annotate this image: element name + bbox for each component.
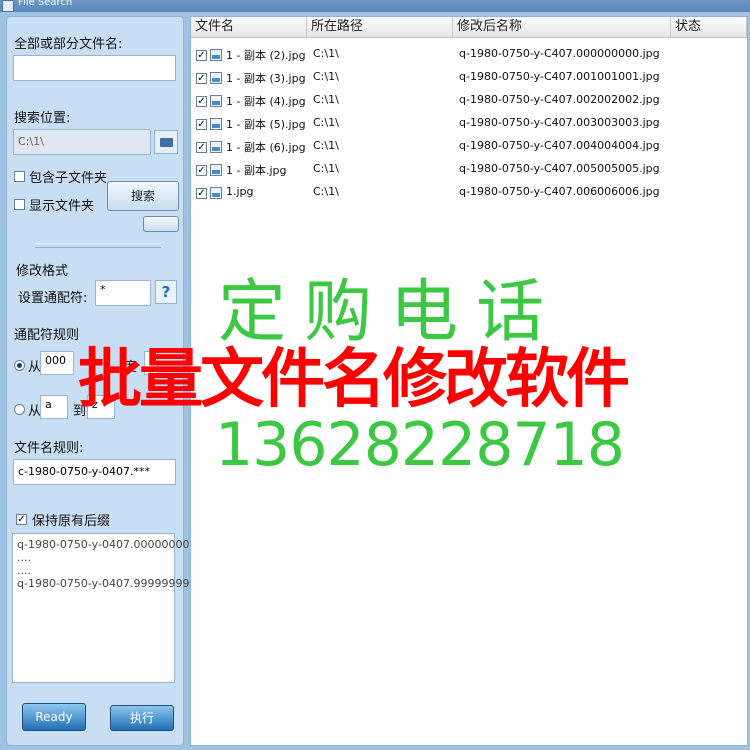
keep-extension-checkbox[interactable]: ✓ <box>16 514 27 525</box>
row-new-name: q-1980-0750-y-C407.005005005.jpg <box>459 162 660 175</box>
row-checkbox[interactable]: ✓ <box>196 188 207 199</box>
check-mark-icon: ✓ <box>197 142 206 153</box>
row-new-name: q-1980-0750-y-C407.002002002.jpg <box>459 93 660 106</box>
help-icon[interactable]: ? <box>155 280 177 304</box>
show-folders-label: 显示文件夹 <box>29 199 95 214</box>
phone-number: 13628228718 <box>215 410 625 480</box>
range-alpha-radio[interactable] <box>14 404 25 415</box>
column-header-filename[interactable]: 文件名 <box>191 17 307 37</box>
row-checkbox[interactable]: ✓ <box>196 165 207 176</box>
row-path: C:\1\ <box>313 185 339 198</box>
row-path: C:\1\ <box>313 47 339 60</box>
row-new-name: q-1980-0750-y-C407.006006006.jpg <box>459 185 660 198</box>
column-header-path[interactable]: 所在路径 <box>307 17 453 37</box>
table-row[interactable]: ✓ 1 - 副本 (2).jpg C:\1\ q-1980-0750-y-C40… <box>191 45 747 67</box>
image-file-icon <box>210 118 222 130</box>
search-location-input[interactable]: C:\1\ <box>13 129 151 155</box>
preview-line: .... <box>17 551 31 564</box>
search-button[interactable]: 搜索 <box>107 181 179 211</box>
image-file-icon <box>210 95 222 107</box>
format-section-title: 修改格式 <box>16 264 69 279</box>
table-row[interactable]: ✓ 1 - 副本.jpg C:\1\ q-1980-0750-y-C407.00… <box>191 160 747 182</box>
row-filename: 1 - 副本.jpg <box>226 164 287 177</box>
row-new-name: q-1980-0750-y-C407.003003003.jpg <box>459 116 660 129</box>
row-path: C:\1\ <box>313 139 339 152</box>
filename-rule-label: 文件名规则: <box>14 441 84 456</box>
check-mark-icon: ✓ <box>197 96 206 107</box>
row-filename: 1 - 副本 (5).jpg <box>226 118 306 131</box>
preview-line: .... <box>17 564 31 577</box>
row-new-name: q-1980-0750-y-C407.000000000.jpg <box>459 47 660 60</box>
folder-browse-icon[interactable] <box>154 130 178 154</box>
image-file-icon <box>210 141 222 153</box>
row-checkbox[interactable]: ✓ <box>196 96 207 107</box>
filename-rule-input[interactable]: c-1980-0750-y-0407.*** <box>13 459 176 485</box>
table-row[interactable]: ✓ 1.jpg C:\1\ q-1980-0750-y-C407.0060060… <box>191 183 747 205</box>
row-checkbox[interactable]: ✓ <box>196 119 207 130</box>
check-mark-icon: ✓ <box>197 165 206 176</box>
row-filename: 1 - 副本 (4).jpg <box>226 95 306 108</box>
wildcard-input[interactable]: * <box>95 280 151 306</box>
filename-label: 全部或部分文件名: <box>14 37 123 52</box>
keep-extension-label: 保持原有后缀 <box>32 514 111 529</box>
row-checkbox[interactable]: ✓ <box>196 142 207 153</box>
filename-input[interactable] <box>13 55 176 81</box>
column-header-status[interactable]: 状态 <box>671 17 747 37</box>
row-checkbox[interactable]: ✓ <box>196 50 207 61</box>
row-new-name: q-1980-0750-y-C407.001001001.jpg <box>459 70 660 83</box>
from-alpha-input[interactable]: a <box>40 395 68 419</box>
ready-button[interactable]: Ready <box>22 703 86 731</box>
image-file-icon <box>210 187 222 199</box>
from-numeric-input[interactable]: 000 <box>40 351 74 375</box>
title-bar: File Search <box>0 0 750 12</box>
execute-button[interactable]: 执行 <box>110 705 174 731</box>
row-filename: 1 - 副本 (2).jpg <box>226 49 306 62</box>
app-icon <box>2 0 14 12</box>
window-title: File Search <box>18 0 73 8</box>
check-mark-icon: ✓ <box>17 514 26 525</box>
check-mark-icon: ✓ <box>197 50 206 61</box>
table-header: 文件名 所在路径 修改后名称 状态 <box>191 17 747 38</box>
row-filename: 1 - 副本 (3).jpg <box>226 72 306 85</box>
divider <box>35 243 161 248</box>
preview-box: q-1980-0750-y-0407.000000000 .... .... q… <box>12 533 197 683</box>
image-file-icon <box>210 72 222 84</box>
wildcard-rule-title: 通配符规则 <box>14 328 80 343</box>
row-checkbox[interactable]: ✓ <box>196 73 207 84</box>
check-mark-icon: ✓ <box>197 119 206 130</box>
image-file-icon <box>210 164 222 176</box>
row-filename: 1 - 副本 (6).jpg <box>226 141 306 154</box>
row-path: C:\1\ <box>313 93 339 106</box>
preview-line: q-1980-0750-y-0407.000000000 <box>17 538 197 551</box>
search-location-label: 搜索位置: <box>14 111 71 126</box>
table-row[interactable]: ✓ 1 - 副本 (3).jpg C:\1\ q-1980-0750-y-C40… <box>191 68 747 90</box>
promo-title: 批量文件名修改软件 <box>78 343 630 417</box>
row-new-name: q-1980-0750-y-C407.004004004.jpg <box>459 139 660 152</box>
image-file-icon <box>210 49 222 61</box>
row-path: C:\1\ <box>313 116 339 129</box>
row-filename: 1.jpg <box>226 185 254 198</box>
range-numeric-radio[interactable] <box>14 360 25 371</box>
table-row[interactable]: ✓ 1 - 副本 (4).jpg C:\1\ q-1980-0750-y-C40… <box>191 91 747 113</box>
check-mark-icon: ✓ <box>197 188 206 199</box>
check-mark-icon: ✓ <box>197 73 206 84</box>
preview-line: q-1980-0750-y-0407.999999999 <box>17 577 197 590</box>
column-header-new-name[interactable]: 修改后名称 <box>453 17 671 37</box>
scroll-toggle[interactable] <box>143 216 179 232</box>
show-folders-checkbox[interactable] <box>14 199 25 210</box>
include-subfolders-checkbox[interactable] <box>14 171 25 182</box>
wildcard-label: 设置通配符: <box>18 291 88 306</box>
table-row[interactable]: ✓ 1 - 副本 (5).jpg C:\1\ q-1980-0750-y-C40… <box>191 114 747 136</box>
row-path: C:\1\ <box>313 70 339 83</box>
table-row[interactable]: ✓ 1 - 副本 (6).jpg C:\1\ q-1980-0750-y-C40… <box>191 137 747 159</box>
include-subfolders-label: 包含子文件夹 <box>29 171 108 186</box>
row-path: C:\1\ <box>313 162 339 175</box>
